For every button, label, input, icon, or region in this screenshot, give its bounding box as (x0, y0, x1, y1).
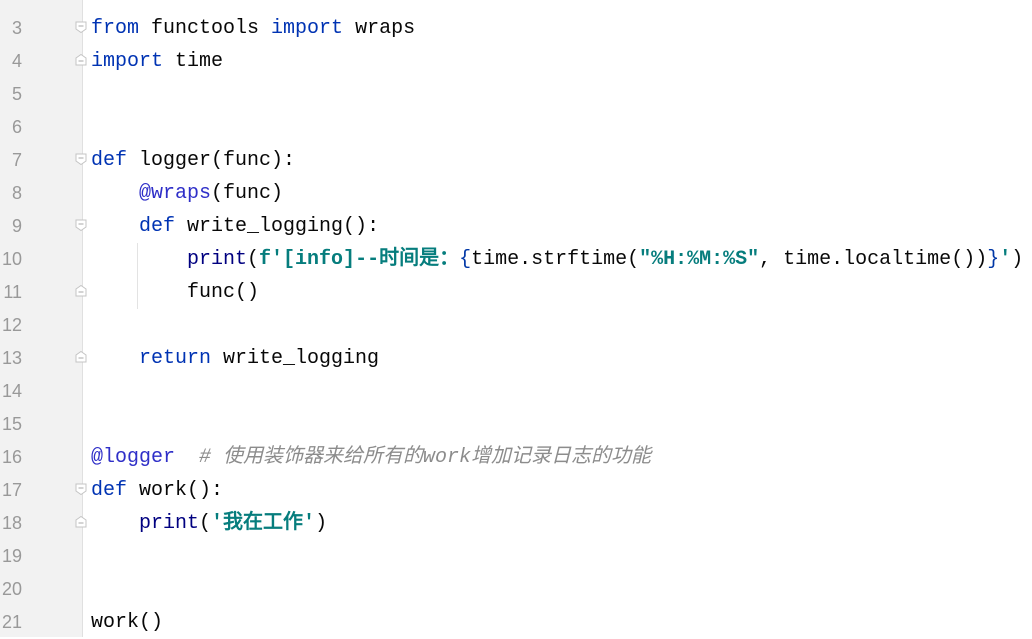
code-token: print (187, 248, 248, 271)
code-token: { (459, 248, 472, 271)
code-text: from functools import wraps (91, 12, 415, 45)
code-text: func() (91, 276, 259, 309)
fold-collapse-icon[interactable] (75, 219, 87, 231)
code-line[interactable]: 21 work() (0, 606, 1032, 639)
code-line[interactable]: 19 (0, 540, 1032, 573)
line-number: 12 (1, 315, 22, 335)
code-token: } (987, 248, 1000, 271)
line-number: 10 (1, 249, 22, 269)
code-line[interactable]: 18 print('我在工作') (0, 507, 1032, 540)
fold-end-icon[interactable] (75, 516, 87, 528)
code-token: print (139, 512, 200, 535)
code-token: , time.localtime()) (759, 248, 988, 271)
code-token: wraps (343, 17, 416, 40)
code-line[interactable]: 4 import time (0, 45, 1032, 78)
line-number: 21 (1, 612, 22, 632)
code-token: work(): (127, 479, 224, 502)
code-text: def logger(func): (91, 144, 295, 177)
code-line[interactable]: 9 def write_logging(): (0, 210, 1032, 243)
code-token: return (139, 347, 212, 370)
code-token: ( (199, 512, 212, 535)
code-token: logger(func): (127, 149, 296, 172)
code-text: @wraps(func) (91, 177, 283, 210)
line-number: 20 (1, 579, 22, 599)
code-text: print('我在工作') (91, 507, 327, 540)
code-line[interactable]: 13 return write_logging (0, 342, 1032, 375)
line-number: 6 (11, 117, 22, 137)
line-number: 9 (11, 216, 22, 236)
line-number: 15 (1, 414, 22, 434)
fold-collapse-icon[interactable] (75, 153, 87, 165)
line-number: 11 (3, 282, 22, 302)
code-line[interactable]: 15 (0, 408, 1032, 441)
code-text: return write_logging (91, 342, 379, 375)
code-token: from (91, 17, 140, 40)
code-line[interactable]: 20 (0, 573, 1032, 606)
code-token: f'[info]--时间是： (259, 248, 460, 271)
code-token: def (139, 215, 176, 238)
code-token: time.strftime( (471, 248, 640, 271)
code-token: import (271, 17, 344, 40)
code-line[interactable]: 10 print(f'[info]--时间是：{time.strftime("%… (0, 243, 1032, 276)
code-token: ) (1011, 248, 1024, 271)
code-text: def write_logging(): (91, 210, 379, 243)
code-text: @logger # 使用装饰器来给所有的work增加记录日志的功能 (91, 441, 651, 474)
code-token: @logger (91, 446, 176, 469)
fold-collapse-icon[interactable] (75, 483, 87, 495)
code-line[interactable]: 3 from functools import wraps (0, 12, 1032, 45)
code-token: write_logging(): (175, 215, 380, 238)
line-number: 5 (11, 84, 22, 104)
code-line[interactable]: 16 @logger # 使用装饰器来给所有的work增加记录日志的功能 (0, 441, 1032, 474)
line-number: 13 (1, 348, 22, 368)
code-token: func() (91, 281, 260, 304)
code-token: ( (247, 248, 260, 271)
code-token: import (91, 50, 164, 73)
code-token: "%H:%M:%S" (639, 248, 760, 271)
code-line[interactable]: 5 (0, 78, 1032, 111)
code-token: # 使用装饰器来给所有的work增加记录日志的功能 (199, 446, 652, 469)
fold-end-icon[interactable] (75, 54, 87, 66)
code-token: time (163, 50, 224, 73)
code-text: def work(): (91, 474, 223, 507)
code-token: ' (999, 248, 1012, 271)
line-number: 7 (11, 150, 22, 170)
code-line[interactable]: 14 (0, 375, 1032, 408)
code-text: import time (91, 45, 223, 78)
code-token: def (91, 479, 128, 502)
code-line[interactable]: 12 (0, 309, 1032, 342)
fold-end-icon[interactable] (75, 285, 87, 297)
line-number: 18 (1, 513, 22, 533)
line-number: 4 (11, 51, 22, 71)
code-line[interactable]: 17 def work(): (0, 474, 1032, 507)
code-token: ) (315, 512, 328, 535)
line-number: 16 (1, 447, 22, 467)
code-token: write_logging (211, 347, 380, 370)
code-token: @wraps (139, 182, 212, 205)
code-line[interactable]: 6 (0, 111, 1032, 144)
code-token: work() (91, 611, 164, 634)
code-token: functools (139, 17, 272, 40)
code-line[interactable]: 8 @wraps(func) (0, 177, 1032, 210)
line-number: 3 (11, 18, 22, 38)
fold-end-icon[interactable] (75, 351, 87, 363)
line-number: 14 (1, 381, 22, 401)
code-editor[interactable]: 3 from functools import wraps 4 import time… (0, 12, 1032, 639)
code-line[interactable]: 11 func() (0, 276, 1032, 309)
code-text: work() (91, 606, 163, 639)
code-line[interactable]: 7 def logger(func): (0, 144, 1032, 177)
code-token: (func) (211, 182, 284, 205)
fold-collapse-icon[interactable] (75, 21, 87, 33)
code-text: print(f'[info]--时间是：{time.strftime("%H:%… (91, 243, 1023, 276)
code-token: '我在工作' (211, 512, 316, 535)
line-number: 8 (11, 183, 22, 203)
line-number: 17 (1, 480, 22, 500)
code-token: def (91, 149, 128, 172)
line-number: 19 (1, 546, 22, 566)
